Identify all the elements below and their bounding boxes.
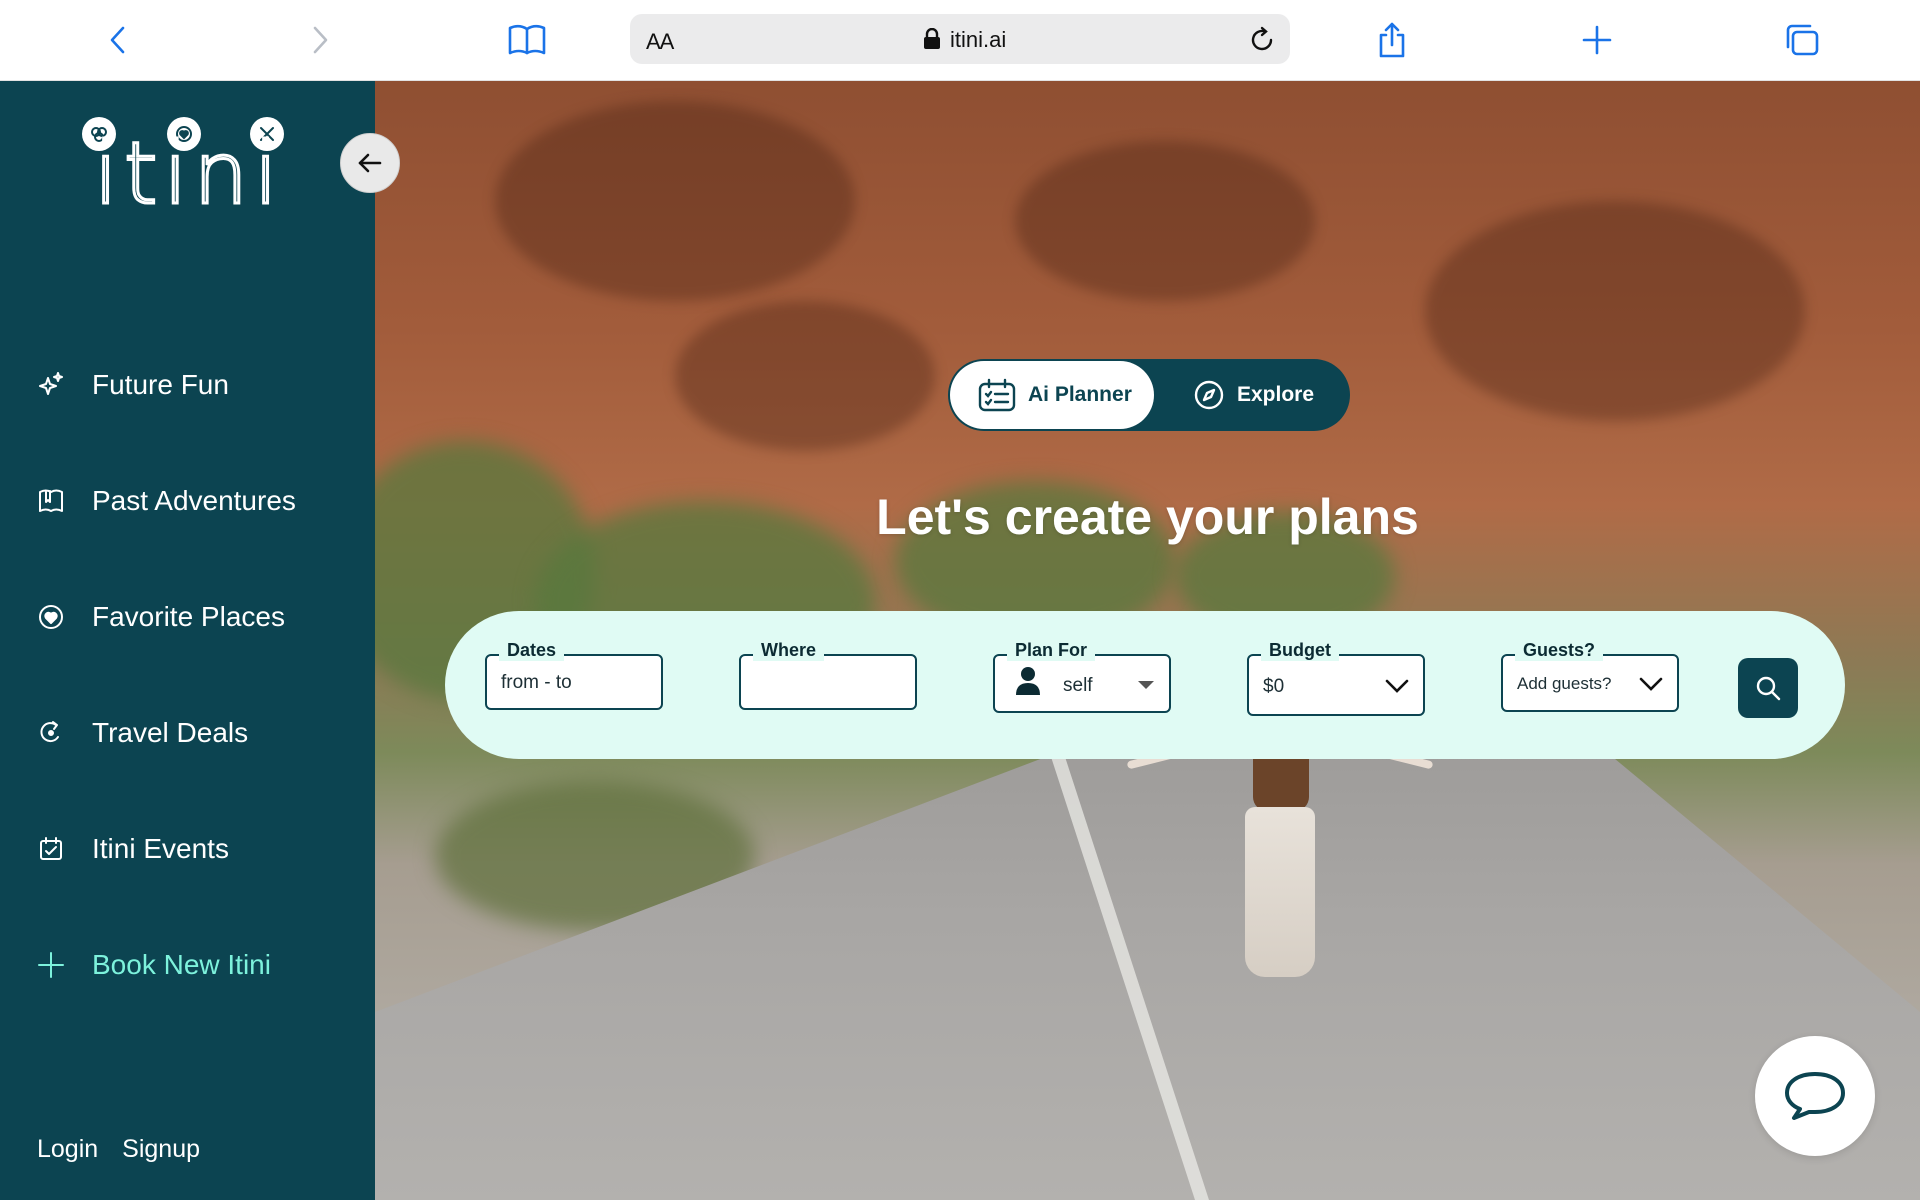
dates-value: from - to [501,672,572,693]
tag-deal-icon [36,718,66,748]
sidebar-item-favorite-places[interactable]: Favorite Places [0,559,375,675]
reload-icon[interactable] [1244,22,1280,58]
background-rock [1425,201,1805,421]
plus-icon [36,950,66,980]
background-rock [1015,141,1315,301]
guests-value: Add guests? [1517,674,1612,693]
chat-button[interactable] [1755,1036,1875,1156]
sparkles-icon [36,370,66,400]
background-rock [675,301,935,451]
arrow-left-icon [358,153,382,173]
sidebar-item-itini-events[interactable]: Itini Events [0,791,375,907]
sidebar-item-label: Travel Deals [92,717,249,748]
calendar-check-icon [36,834,66,864]
signup-link[interactable]: Signup [122,1135,200,1164]
page-headline: Let's create your plans [876,489,1419,545]
chevron-down-icon [1385,679,1409,693]
tab-label: Explore [1237,383,1315,406]
caret-down-icon [1138,681,1154,689]
sidebar-item-label: Itini Events [92,833,229,864]
search-icon [1756,676,1781,701]
logo-wordmark: itini [93,124,284,224]
field-label: Guests? [1515,640,1604,661]
sidebar-item-label: Book New Itini [92,949,271,980]
traveler-figure [1126,720,1434,1021]
field-label: Dates [499,640,565,661]
mode-toggle: Ai Planner Explore [948,359,1350,431]
new-tab-icon[interactable] [1575,18,1619,62]
text-size-button[interactable]: AA [646,29,674,55]
address-bar[interactable]: AA itini.ai [630,14,1290,64]
bookmarks-icon[interactable] [505,18,549,62]
sidebar-item-book-new-itini[interactable]: Book New Itini [0,907,375,1023]
budget-value: $0 [1263,676,1285,697]
collapse-sidebar-button[interactable] [340,133,400,193]
field-label: Plan For [1007,640,1096,661]
field-label: Budget [1261,640,1339,661]
bookmark-book-icon [36,486,66,516]
search-button[interactable] [1738,658,1798,718]
lock-icon [924,28,940,49]
background-rock [495,101,855,301]
itini-logo[interactable]: itini [80,115,300,225]
sidebar-item-future-fun[interactable]: Future Fun [0,327,375,443]
person-icon [1016,667,1040,695]
sidebar-nav: Future Fun Past Adventures Favorite Plac… [0,327,375,1023]
compass-icon [1194,380,1224,410]
sidebar-item-label: Future Fun [92,369,229,400]
heart-circle-icon [36,602,66,632]
sidebar-item-label: Past Adventures [92,485,296,516]
tab-ai-planner[interactable]: Ai Planner [950,361,1154,429]
plan-for-select[interactable]: Plan For self [993,640,1171,713]
sidebar-item-past-adventures[interactable]: Past Adventures [0,443,375,559]
plan-for-value: self [1063,675,1093,696]
back-icon[interactable] [96,18,140,62]
tab-explore[interactable]: Explore [1193,361,1314,429]
share-icon[interactable] [1370,18,1414,62]
dates-field[interactable]: Dates from - to [485,640,663,710]
url-text: itini.ai [950,27,1007,52]
login-link[interactable]: Login [37,1135,98,1164]
sidebar-item-travel-deals[interactable]: Travel Deals [0,675,375,791]
guests-select[interactable]: Guests? Add guests? [1501,640,1679,712]
planner-icon [978,378,1016,412]
hero-section: Ai Planner Explore Let's create your pla… [375,81,1920,1200]
chevron-down-icon [1639,677,1663,691]
browser-toolbar: AA itini.ai [0,0,1920,81]
budget-select[interactable]: Budget $0 [1247,640,1425,716]
sidebar: itini Future Fun Past Adventures Favorit… [0,81,400,1200]
sidebar-item-label: Favorite Places [92,601,285,632]
forward-icon[interactable] [298,18,342,62]
tabs-icon[interactable] [1780,18,1824,62]
field-label: Where [753,640,825,661]
chat-bubble-icon [1785,1072,1845,1120]
where-field[interactable]: Where [739,640,917,710]
search-panel: Dates from - to Where Plan For self Budg… [445,611,1845,759]
auth-links: Login Signup [37,1135,200,1164]
tab-label: Ai Planner [1028,383,1132,406]
